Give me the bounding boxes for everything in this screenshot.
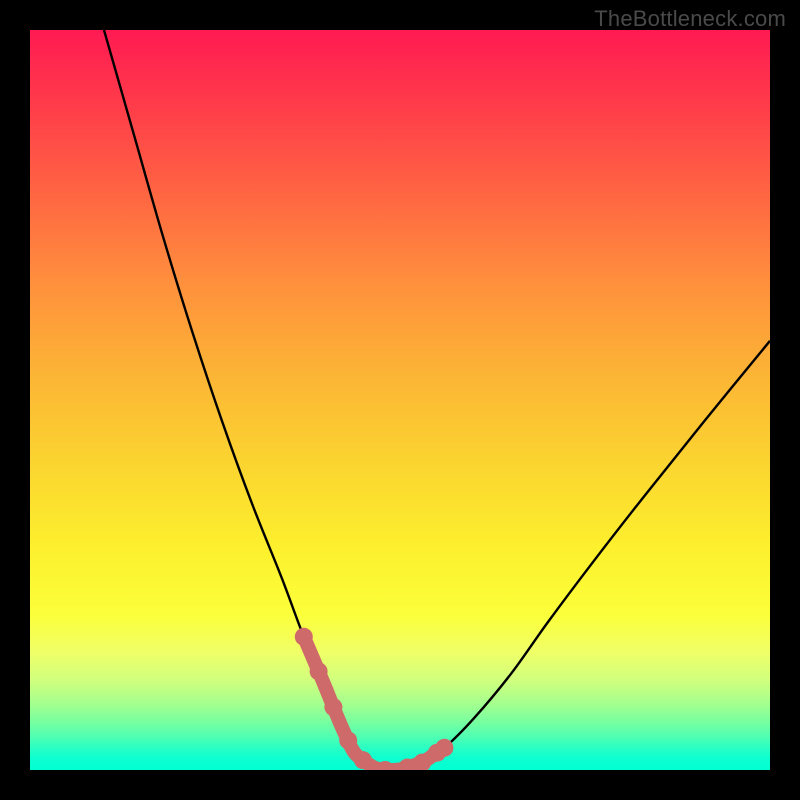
marker-dots [295, 628, 454, 770]
marker-dot [354, 751, 372, 769]
plot-area [30, 30, 770, 770]
min-region-band [304, 637, 445, 770]
marker-dot [339, 731, 357, 749]
marker-dot [295, 628, 313, 646]
curve-path [104, 30, 770, 770]
marker-dot [324, 698, 342, 716]
chart-frame: TheBottleneck.com [0, 0, 800, 800]
marker-dot [310, 662, 328, 680]
watermark-text: TheBottleneck.com [594, 6, 786, 32]
bottleneck-curve [30, 30, 770, 770]
marker-dot [435, 739, 453, 757]
